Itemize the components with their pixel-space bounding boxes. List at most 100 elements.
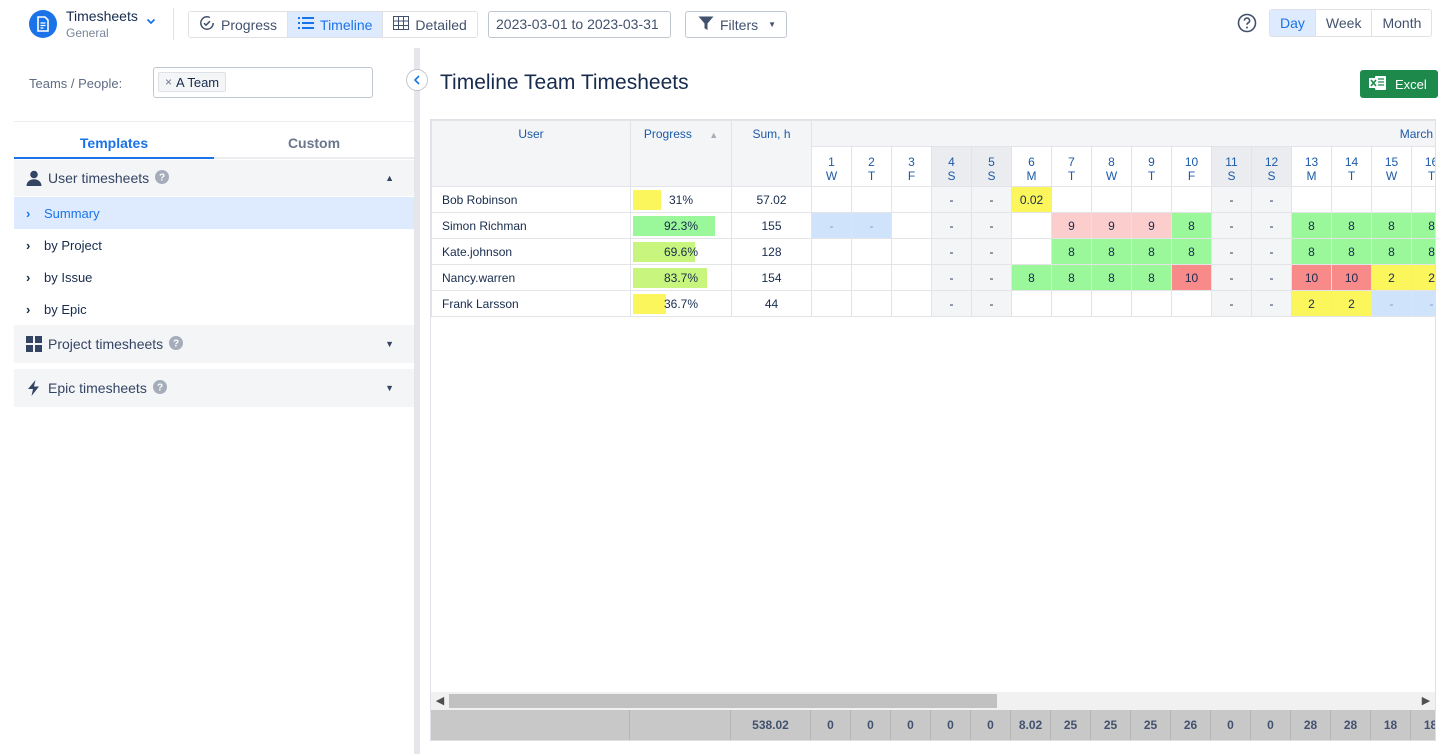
- day-cell[interactable]: -: [971, 238, 1012, 265]
- day-cell[interactable]: 10: [1171, 264, 1212, 291]
- view-progress-button[interactable]: Progress: [189, 12, 289, 37]
- day-cell[interactable]: 2: [1331, 290, 1372, 317]
- table-row[interactable]: Kate.johnson 69.6% 128- -8 8 8 8- -8 8 8 8: [431, 238, 1435, 265]
- day-cell[interactable]: 0.02: [1011, 186, 1052, 213]
- tab-custom[interactable]: Custom: [214, 128, 414, 157]
- day-cell[interactable]: -: [1251, 290, 1292, 317]
- export-excel-button[interactable]: Excel: [1360, 70, 1438, 98]
- day-cell[interactable]: 8: [1291, 238, 1332, 265]
- day-cell[interactable]: [1291, 186, 1332, 213]
- day-cell[interactable]: 8: [1371, 238, 1412, 265]
- day-cell[interactable]: 8: [1091, 238, 1132, 265]
- view-detailed-button[interactable]: Detailed: [383, 12, 477, 37]
- day-cell[interactable]: [851, 186, 892, 213]
- help-circle-icon[interactable]: ?: [152, 379, 167, 397]
- day-cell[interactable]: [891, 212, 932, 239]
- day-cell[interactable]: 9: [1091, 212, 1132, 239]
- day-cell[interactable]: -: [931, 290, 972, 317]
- help-circle-icon[interactable]: ?: [169, 335, 184, 353]
- day-cell[interactable]: -: [971, 186, 1012, 213]
- sort-asc-icon[interactable]: ▲: [709, 130, 718, 140]
- sidebar-splitter[interactable]: [414, 48, 420, 754]
- help-circle-icon[interactable]: ?: [155, 169, 170, 187]
- scroll-left-icon[interactable]: ◀: [432, 693, 448, 709]
- day-cell[interactable]: [1091, 290, 1132, 317]
- day-cell[interactable]: 8: [1331, 238, 1372, 265]
- day-cell[interactable]: 8: [1410, 212, 1435, 239]
- remove-chip-icon[interactable]: ×: [165, 75, 172, 89]
- day-cell[interactable]: 8: [1131, 264, 1172, 291]
- day-cell[interactable]: [1091, 186, 1132, 213]
- user-name-cell[interactable]: Simon Richman: [431, 212, 631, 239]
- day-cell[interactable]: 2: [1410, 264, 1435, 291]
- user-name-cell[interactable]: Nancy.warren: [431, 264, 631, 291]
- day-cell[interactable]: [851, 290, 892, 317]
- chevron-down-icon[interactable]: [146, 14, 156, 29]
- user-name-cell[interactable]: Bob Robinson: [431, 186, 631, 213]
- section-project-timesheets[interactable]: Project timesheets ? ▼: [14, 325, 414, 363]
- period-week-button[interactable]: Week: [1316, 10, 1373, 36]
- caret-down-icon[interactable]: ▼: [385, 339, 394, 349]
- day-cell[interactable]: -: [971, 264, 1012, 291]
- day-cell[interactable]: 8: [1410, 238, 1435, 265]
- day-cell[interactable]: [851, 238, 892, 265]
- day-cell[interactable]: 8: [1331, 212, 1372, 239]
- collapse-sidebar-button[interactable]: [406, 69, 428, 91]
- day-cell[interactable]: [811, 238, 852, 265]
- day-cell[interactable]: [811, 264, 852, 291]
- day-cell[interactable]: [1131, 290, 1172, 317]
- day-cell[interactable]: [1131, 186, 1172, 213]
- day-cell[interactable]: -: [1251, 264, 1292, 291]
- day-cell[interactable]: 9: [1131, 212, 1172, 239]
- day-cell[interactable]: -: [971, 290, 1012, 317]
- day-cell[interactable]: 8: [1131, 238, 1172, 265]
- sidebar-item-by-project[interactable]: › by Project: [14, 229, 414, 261]
- day-cell[interactable]: [891, 264, 932, 291]
- section-user-timesheets[interactable]: User timesheets ? ▲: [14, 160, 414, 196]
- day-cell[interactable]: [811, 186, 852, 213]
- sidebar-item-summary[interactable]: › Summary: [14, 197, 414, 229]
- day-cell[interactable]: 9: [1051, 212, 1092, 239]
- day-cell[interactable]: 8: [1171, 238, 1212, 265]
- teams-people-select[interactable]: × A Team: [153, 67, 373, 98]
- day-cell[interactable]: [1331, 186, 1372, 213]
- day-cell[interactable]: -: [1251, 238, 1292, 265]
- day-cell[interactable]: 8: [1011, 264, 1052, 291]
- date-range-input[interactable]: 2023-03-01 to 2023-03-31: [488, 11, 671, 38]
- day-cell[interactable]: [891, 290, 932, 317]
- period-month-button[interactable]: Month: [1372, 10, 1431, 36]
- day-cell[interactable]: 8: [1051, 238, 1092, 265]
- user-name-cell[interactable]: Frank Larsson: [431, 290, 631, 317]
- filters-button[interactable]: Filters ▼: [685, 11, 787, 38]
- day-cell[interactable]: 2: [1371, 264, 1412, 291]
- day-cell[interactable]: -: [1211, 264, 1252, 291]
- caret-down-icon[interactable]: ▼: [385, 383, 394, 393]
- day-cell[interactable]: [811, 290, 852, 317]
- sidebar-item-by-issue[interactable]: › by Issue: [14, 261, 414, 293]
- horizontal-scrollbar[interactable]: ◀ ▶: [431, 692, 1435, 710]
- day-cell[interactable]: [1410, 186, 1435, 213]
- timesheets-app-icon[interactable]: [29, 10, 57, 38]
- col-header-sum[interactable]: Sum, h: [731, 120, 812, 187]
- day-cell[interactable]: 10: [1291, 264, 1332, 291]
- day-cell[interactable]: -: [1211, 186, 1252, 213]
- day-cell[interactable]: -: [1211, 212, 1252, 239]
- day-cell[interactable]: [1171, 186, 1212, 213]
- scrollbar-thumb[interactable]: [449, 694, 997, 708]
- day-cell[interactable]: 8: [1051, 264, 1092, 291]
- day-cell[interactable]: 8: [1171, 212, 1212, 239]
- day-cell[interactable]: -: [931, 212, 972, 239]
- day-cell[interactable]: -: [1211, 290, 1252, 317]
- caret-up-icon[interactable]: ▲: [385, 173, 394, 183]
- user-name-cell[interactable]: Kate.johnson: [431, 238, 631, 265]
- day-cell[interactable]: -: [1251, 186, 1292, 213]
- scroll-right-icon[interactable]: ▶: [1418, 693, 1434, 709]
- table-row[interactable]: Nancy.warren 83.7% 154- -8 8 8 8 10- -10 10 2 2: [431, 264, 1435, 291]
- table-row[interactable]: Bob Robinson 31% 57.02- -0.02- -: [431, 186, 1435, 213]
- day-cell[interactable]: -: [971, 212, 1012, 239]
- day-cell[interactable]: -: [811, 212, 852, 239]
- day-cell[interactable]: [1011, 290, 1052, 317]
- day-cell[interactable]: -: [931, 264, 972, 291]
- day-cell[interactable]: -: [931, 238, 972, 265]
- app-title[interactable]: Timesheets: [66, 8, 138, 24]
